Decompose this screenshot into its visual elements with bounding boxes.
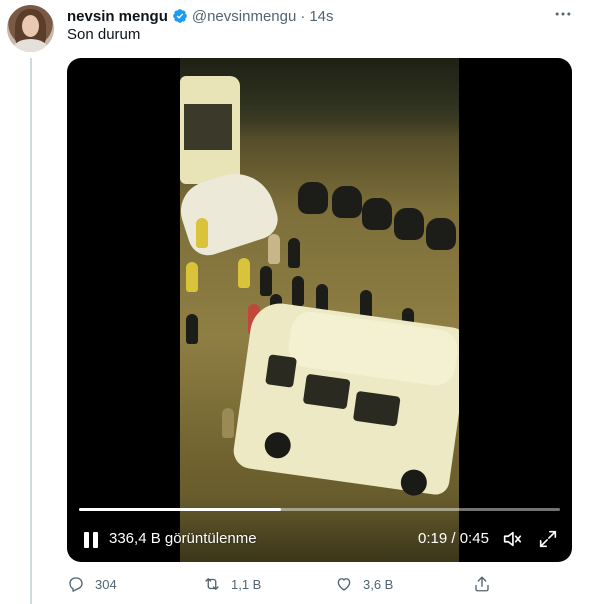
video-scene-person [186, 314, 198, 344]
video-progress-fill [79, 508, 282, 511]
thread-line [30, 58, 32, 604]
video-scene-motorcycle [298, 182, 328, 214]
video-scene-motorcycle [394, 208, 424, 240]
video-scene-person [222, 408, 234, 438]
video-scene-motorcycle [332, 186, 362, 218]
like-count: 3,6 B [363, 576, 394, 592]
video-scene-bus [180, 76, 240, 184]
avatar[interactable] [7, 5, 54, 52]
video-scene-person [186, 262, 198, 292]
pause-icon [84, 532, 89, 548]
like-button[interactable]: 3,6 B [335, 572, 393, 596]
video-scene-van [231, 299, 459, 498]
tweet-time[interactable]: 14s [309, 8, 333, 25]
video-time-total: 0:45 [459, 530, 489, 547]
video-time: 0:19 / 0:45 [418, 530, 489, 547]
tweet-actions: 304 1,1 B 3,6 B [67, 572, 497, 596]
author-handle[interactable]: @nevsinmengu [192, 8, 296, 25]
retweet-count: 1,1 B [231, 576, 262, 592]
tweet-header: nevsin mengu @nevsinmengu · 14s [67, 6, 334, 26]
more-horizontal-icon[interactable] [551, 4, 575, 24]
video-player[interactable]: 336,4 B görüntülenme 0:19 / 0:45 [67, 58, 572, 562]
video-frame[interactable] [180, 58, 459, 562]
share-button[interactable] [473, 572, 491, 596]
verified-badge-icon [173, 9, 187, 23]
reply-count: 304 [95, 576, 117, 592]
video-scene-person [260, 266, 272, 296]
video-scene-person [288, 238, 300, 268]
retweet-icon [205, 578, 219, 590]
video-time-separator: / [451, 530, 456, 547]
reply-button[interactable]: 304 [67, 572, 117, 596]
view-count: 336,4 B görüntülenme [109, 530, 257, 547]
video-scene-motorcycle [426, 218, 456, 250]
reply-icon [69, 577, 83, 592]
like-icon [337, 578, 351, 591]
mute-button[interactable] [501, 528, 523, 550]
video-time-current: 0:19 [418, 530, 448, 547]
video-scene-person [196, 218, 208, 248]
pause-icon-bar [93, 532, 98, 548]
video-scene-person [268, 234, 280, 264]
video-progress-bar[interactable] [79, 508, 560, 511]
tweet-text: Son durum [67, 26, 141, 43]
separator-dot: · [300, 7, 306, 25]
video-scene-motorcycle [362, 198, 392, 230]
video-scene-person [238, 258, 250, 288]
share-icon [475, 576, 489, 592]
mute-icon [503, 531, 522, 547]
fullscreen-icon [539, 530, 557, 548]
author-name[interactable]: nevsin mengu [67, 8, 168, 25]
video-scene-person [292, 276, 304, 306]
pause-button[interactable] [81, 528, 101, 552]
fullscreen-button[interactable] [537, 528, 559, 550]
retweet-button[interactable]: 1,1 B [203, 572, 261, 596]
